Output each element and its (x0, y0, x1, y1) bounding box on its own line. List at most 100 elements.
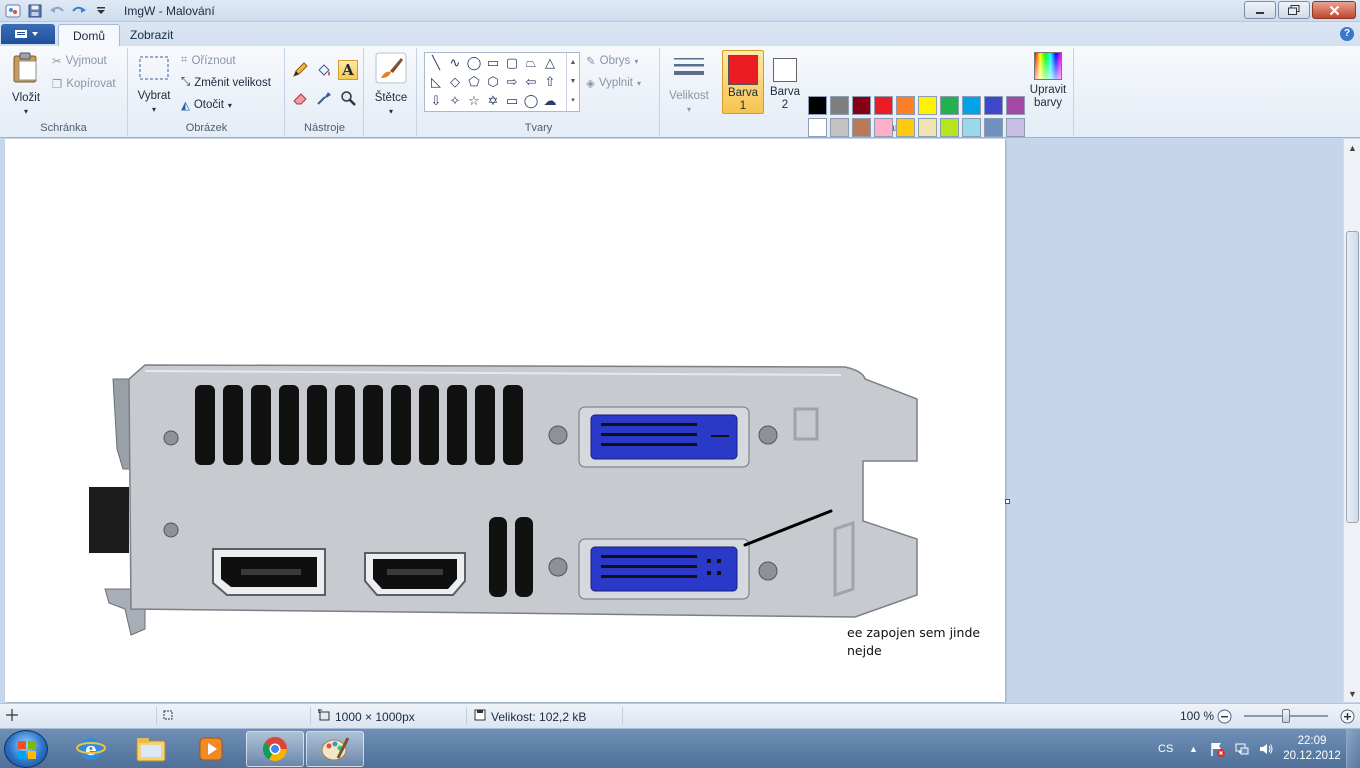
color1-button[interactable]: Barva 1 (722, 50, 764, 114)
palette-swatch[interactable] (984, 118, 1003, 137)
scroll-thumb[interactable] (1346, 231, 1359, 523)
vertical-scrollbar[interactable]: ▲ ▼ (1343, 139, 1360, 702)
save-icon[interactable] (26, 2, 44, 20)
show-desktop-button[interactable] (1346, 729, 1360, 768)
text-tool-icon[interactable]: A (338, 60, 358, 80)
dvi-port-bottom (590, 546, 738, 592)
palette-swatch[interactable] (1006, 96, 1025, 115)
rotate-button[interactable]: ◭ Otočit ▾ (181, 98, 232, 112)
paste-button[interactable]: Vložit ▾ (8, 52, 44, 118)
size-button[interactable]: Velikost ▾ (667, 54, 711, 116)
action-center-flag-icon[interactable] (1209, 729, 1225, 768)
select-icon (135, 54, 173, 86)
taskbar-chrome[interactable] (246, 731, 304, 767)
undo-icon[interactable] (48, 2, 66, 20)
paint-menu-button[interactable] (1, 24, 55, 44)
zoom-out-button[interactable] (1217, 709, 1232, 724)
customize-qat-icon[interactable] (92, 2, 110, 20)
palette-swatch[interactable] (940, 96, 959, 115)
shape-arrow-up-icon[interactable]: ⇧ (541, 73, 559, 91)
zoom-in-button[interactable] (1340, 709, 1355, 724)
palette-swatch[interactable] (896, 96, 915, 115)
pencil-icon[interactable] (290, 60, 310, 80)
network-icon[interactable] (1234, 729, 1250, 768)
shape-line-icon[interactable]: ╲ (427, 54, 445, 72)
shapes-scroll[interactable]: ▲ ▼ ▾ (566, 53, 579, 111)
outline-button[interactable]: ✎ Obrys ▾ (586, 54, 638, 68)
crop-button[interactable]: ⌗ Oříznout (181, 54, 236, 67)
palette-swatch[interactable] (830, 118, 849, 137)
palette-swatch[interactable] (940, 118, 959, 137)
palette-swatch[interactable] (918, 96, 937, 115)
help-icon[interactable]: ? (1340, 27, 1354, 41)
show-hidden-icons-icon[interactable]: ▲ (1189, 729, 1198, 768)
eraser-icon[interactable] (290, 88, 310, 108)
shape-right-triangle-icon[interactable]: ◺ (427, 73, 445, 91)
palette-swatch[interactable] (808, 96, 827, 115)
palette-swatch[interactable] (852, 96, 871, 115)
cut-button[interactable]: ✂ Vyjmout (52, 54, 107, 68)
shape-triangle-icon[interactable]: △ (541, 54, 559, 72)
drawing-canvas[interactable]: ee zapojen sem jinde nejde (5, 139, 1005, 702)
shape-arrow-left-icon[interactable]: ⇦ (522, 73, 540, 91)
shape-hexagon-icon[interactable]: ⬡ (484, 73, 502, 91)
shape-curve-icon[interactable]: ∿ (446, 54, 464, 72)
paint-app-icon[interactable] (4, 2, 22, 20)
palette-swatch[interactable] (830, 96, 849, 115)
shape-rectangle-icon[interactable]: ▭ (484, 54, 502, 72)
shape-callout-cloud-icon[interactable]: ☁ (541, 92, 559, 110)
resize-button[interactable]: ⤡ Změnit velikost (181, 76, 271, 89)
shape-diamond-icon[interactable]: ◇ (446, 73, 464, 91)
palette-swatch[interactable] (874, 96, 893, 115)
shape-six-point-star-icon[interactable]: ✡ (484, 92, 502, 110)
taskbar-paint[interactable] (306, 731, 364, 767)
shape-arrow-down-icon[interactable]: ⇩ (427, 92, 445, 110)
edit-colors-button[interactable]: Upravit barvy (1028, 52, 1068, 110)
color2-button[interactable]: Barva 2 (768, 50, 802, 114)
shape-rounded-rectangle-icon[interactable]: ▢ (503, 54, 521, 72)
taskbar-file-explorer[interactable] (122, 731, 180, 767)
shape-pentagon-icon[interactable]: ⬠ (465, 73, 483, 91)
palette-swatch[interactable] (896, 118, 915, 137)
taskbar-media-player[interactable] (182, 731, 240, 767)
palette-swatch[interactable] (962, 96, 981, 115)
palette-swatch[interactable] (852, 118, 871, 137)
color-picker-icon[interactable] (314, 88, 334, 108)
palette-swatch[interactable] (874, 118, 893, 137)
brushes-button[interactable]: Štětce ▾ (371, 52, 411, 118)
fill-bucket-icon[interactable] (314, 60, 334, 80)
canvas-resize-handle-right[interactable] (1005, 499, 1010, 504)
taskbar-clock[interactable]: 22:09 20.12.2012 (1282, 734, 1342, 764)
fill-button[interactable]: ◈ Vyplnit ▾ (586, 76, 641, 90)
shape-oval-icon[interactable]: ◯ (465, 54, 483, 72)
select-button[interactable]: Vybrat ▾ (135, 54, 173, 116)
shape-callout-rect-icon[interactable]: ▭ (503, 92, 521, 110)
redo-icon[interactable] (70, 2, 88, 20)
scroll-down-arrow-icon[interactable]: ▼ (1344, 685, 1360, 702)
shape-callout-oval-icon[interactable]: ◯ (522, 92, 540, 110)
language-indicator[interactable]: CS (1158, 729, 1173, 768)
zoom-slider-thumb[interactable] (1282, 709, 1290, 723)
taskbar-internet-explorer[interactable]: e (62, 731, 120, 767)
shape-five-point-star-icon[interactable]: ☆ (465, 92, 483, 110)
palette-swatch[interactable] (1006, 118, 1025, 137)
palette-swatch[interactable] (918, 118, 937, 137)
shape-four-point-star-icon[interactable]: ✧ (446, 92, 464, 110)
minimize-button[interactable] (1244, 1, 1276, 19)
close-button[interactable] (1312, 1, 1356, 19)
palette-swatch[interactable] (962, 118, 981, 137)
copy-button[interactable]: ❐ Kopírovat (52, 77, 116, 91)
palette-swatch[interactable] (984, 96, 1003, 115)
magnifier-icon[interactable] (338, 88, 358, 108)
color-spectrum-icon (1034, 52, 1062, 80)
scroll-up-arrow-icon[interactable]: ▲ (1344, 139, 1360, 156)
tab-view[interactable]: Zobrazit (116, 24, 187, 46)
palette-swatch[interactable] (808, 118, 827, 137)
shape-polygon-icon[interactable]: ⏢ (522, 54, 540, 72)
maximize-button[interactable] (1278, 1, 1310, 19)
canvas-annotation-text: ee zapojen sem jinde nejde (847, 624, 980, 660)
shape-arrow-right-icon[interactable]: ⇨ (503, 73, 521, 91)
start-button[interactable] (4, 730, 48, 768)
volume-icon[interactable] (1258, 729, 1274, 768)
tab-home[interactable]: Domů (58, 24, 121, 46)
